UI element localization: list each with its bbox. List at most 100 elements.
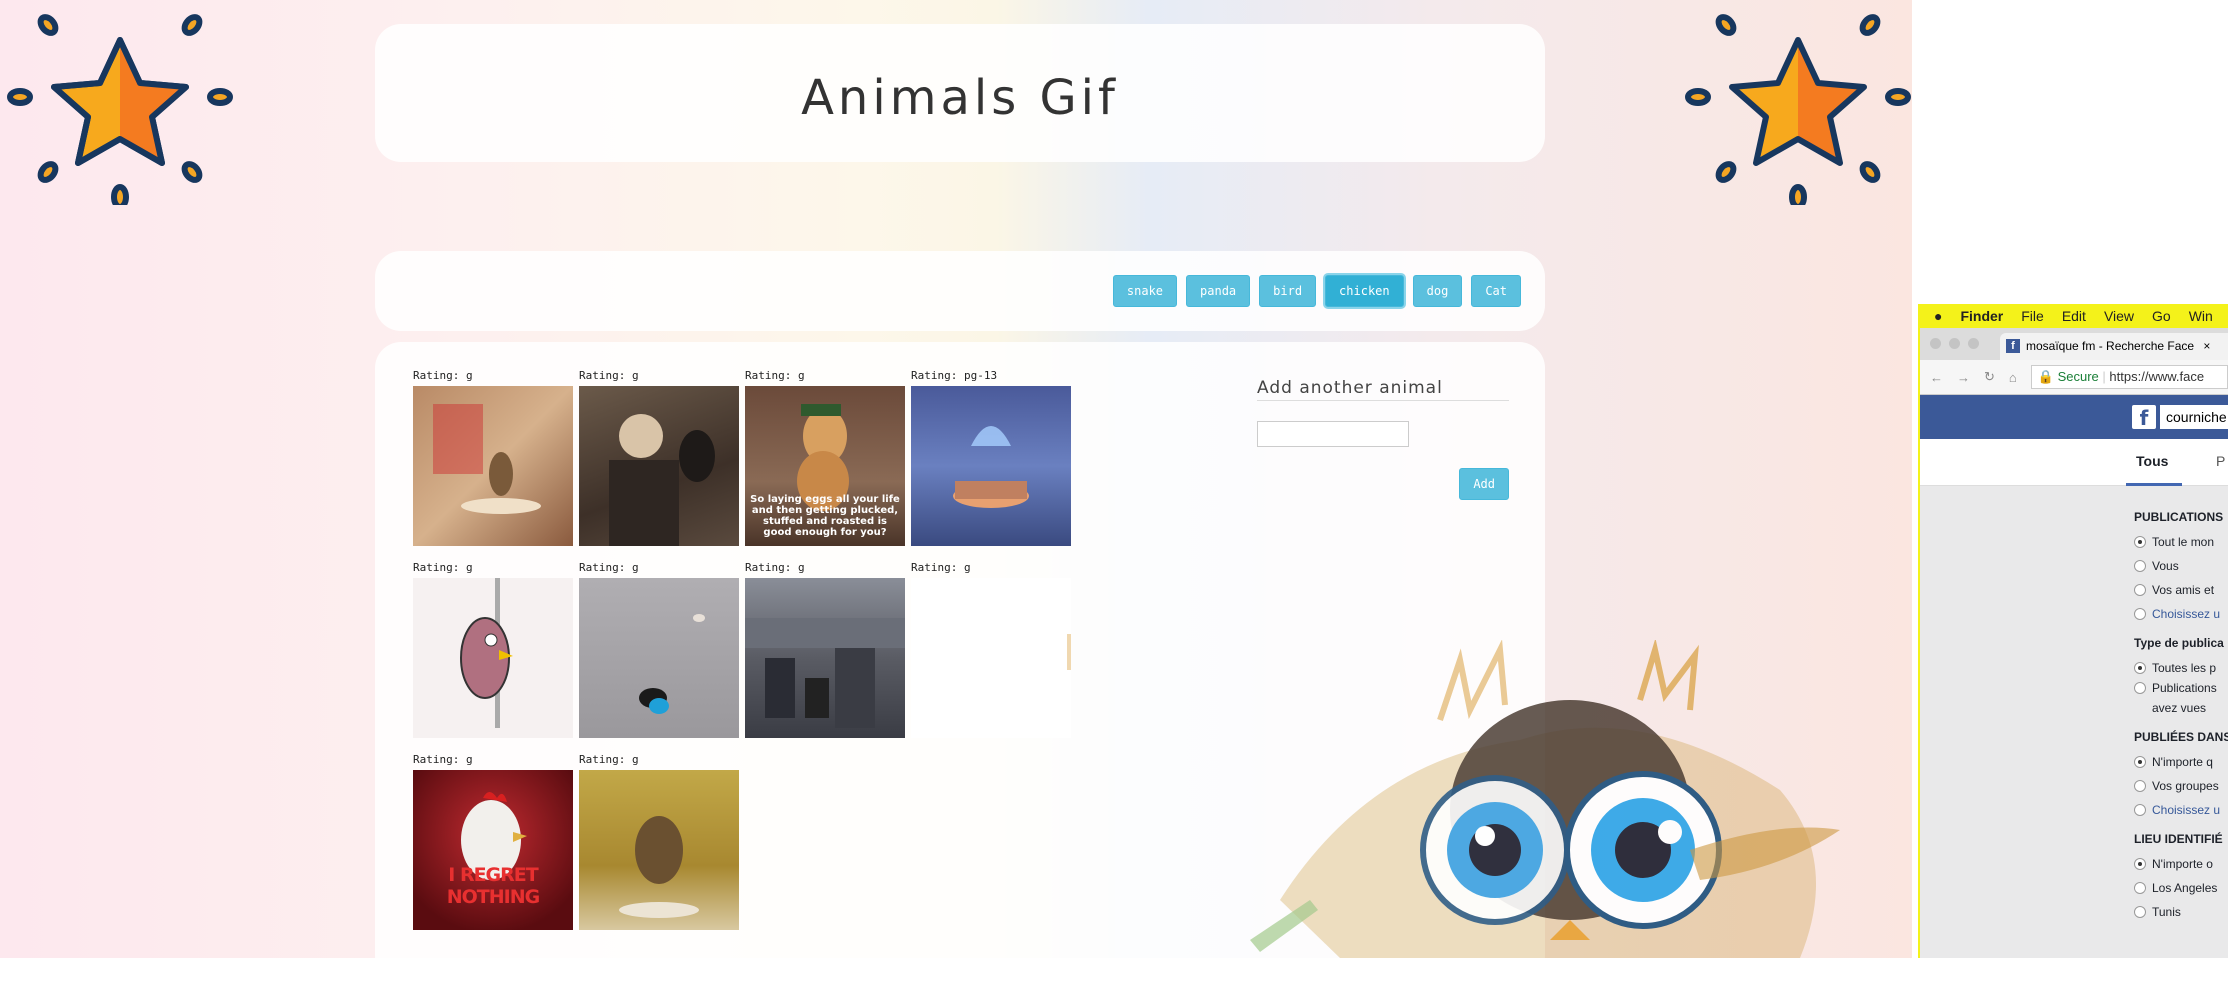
gif-rating: Rating: g [911,561,971,574]
topic-button-bird[interactable]: bird [1259,275,1317,307]
filter-option-label: Vos amis et [2152,583,2215,597]
choose-link[interactable]: Choisissez u [2134,798,2228,822]
dancing-chicken-image [433,404,541,514]
mac-menubar: ● Finder File Edit View Go Win [1920,304,2228,328]
apple-icon[interactable]: ● [1934,308,1942,324]
filter-option[interactable]: Toutes les p [2134,656,2228,680]
gif-card: Rating: g [911,558,1071,738]
browser-tab[interactable]: f mosaïque fm - Recherche Face × [2000,333,2228,360]
filter-option-extra: avez vues [2134,696,2228,720]
window-controls[interactable] [1930,338,1979,349]
close-icon[interactable]: × [2203,339,2210,353]
search-filters: PUBLICATIONS Tout le mon Vous Vos amis e… [1920,486,2228,924]
secure-label: Secure [2057,369,2099,384]
woman-with-chicken-image [609,414,715,546]
gif-image[interactable] [911,386,1071,546]
radio-icon [2134,858,2146,870]
add-button[interactable]: Add [1459,468,1509,500]
topic-button-cat[interactable]: Cat [1471,275,1521,307]
tab-posts[interactable]: P [2216,453,2225,469]
gif-grid: Rating: g Rating: g Rating: g So laying … [413,366,1093,930]
menu-edit[interactable]: Edit [2062,308,2086,324]
facebook-search-tabs: Tous P [1920,439,2228,486]
active-tab-underline [2126,483,2182,486]
filter-option[interactable]: Tunis [2134,900,2228,924]
blank-gif-image [1067,634,1071,670]
facebook-search-input[interactable]: courniche [2160,405,2228,429]
plus-circle-icon [2134,608,2146,620]
menu-file[interactable]: File [2021,308,2044,324]
menu-view[interactable]: View [2104,308,2134,324]
forward-icon[interactable]: → [1957,370,1970,385]
stadium-crowd-image [745,618,905,728]
filter-option-label: Tunis [2152,905,2181,919]
gif-image[interactable]: So laying eggs all your life and then ge… [745,386,905,546]
choose-link[interactable]: Choisissez u [2134,602,2228,626]
gif-image[interactable]: I REGRET NOTHING [413,770,573,930]
filter-option[interactable]: N'importe q [2134,750,2228,774]
gif-rating: Rating: g [579,753,639,766]
filter-option[interactable]: N'importe o [2134,852,2228,876]
topic-button-panda[interactable]: panda [1186,275,1251,307]
filter-option[interactable]: Los Angeles [2134,876,2228,900]
menu-window[interactable]: Win [2189,308,2213,324]
gif-card: Rating: g [579,366,739,546]
home-icon[interactable]: ⌂ [2009,370,2017,385]
radio-icon [2134,536,2146,548]
gif-image[interactable] [579,386,739,546]
page-title: Animals Gif [801,70,1119,126]
plus-circle-icon [2134,804,2146,816]
gif-image[interactable] [413,578,573,738]
gif-image[interactable] [579,578,739,738]
facebook-logo-icon[interactable]: f [2132,405,2156,430]
topic-button-snake[interactable]: snake [1112,275,1178,307]
topic-buttons-panel: snake panda bird chicken dog Cat [375,251,1545,331]
gif-rating: Rating: g [745,561,805,574]
gif-card: Rating: g [413,366,573,546]
tab-title: mosaïque fm - Recherche Face [2026,339,2195,353]
gif-image[interactable] [911,578,1071,738]
topic-button-chicken[interactable]: chicken [1325,275,1404,307]
filter-option-label: Tout le mon [2152,535,2215,549]
back-icon[interactable]: ← [1930,370,1943,385]
gif-rating: Rating: pg-13 [911,369,998,382]
gif-card: Rating: g I REGRET NOTHING [413,750,573,930]
gif-rating: Rating: g [579,369,639,382]
topic-button-dog[interactable]: dog [1412,275,1463,307]
window-edge [1918,304,1920,958]
star-icon-left [7,14,233,205]
filter-option-label: Toutes les p [2152,661,2217,675]
radio-icon [2134,780,2146,792]
gif-image[interactable] [413,386,573,546]
tab-all[interactable]: Tous [2136,453,2168,469]
filter-option[interactable]: Publications [2134,680,2228,696]
gif-overlay-text: I REGRET NOTHING [446,864,540,908]
filter-option[interactable]: Tout le mon [2134,530,2228,554]
facebook-icon: f [2006,339,2020,353]
filter-option[interactable]: Vous [2134,554,2228,578]
filter-option-extra-label: avez vues [2152,701,2207,715]
gif-rating: Rating: g [413,369,473,382]
filter-option[interactable]: Vos amis et [2134,578,2228,602]
filter-option[interactable]: Vos groupes [2134,774,2228,798]
reload-icon[interactable]: ↻ [1984,369,1995,385]
menu-go[interactable]: Go [2152,308,2171,324]
filter-option-label: Vous [2152,559,2179,573]
address-bar[interactable]: 🔒 Secure | https://www.face [2030,365,2228,389]
gif-image[interactable] [579,770,739,930]
filter-heading: LIEU IDENTIFIÉ [2134,832,2223,846]
browser-tabbar: f mosaïque fm - Recherche Face × [1920,328,2228,360]
radio-icon [2134,662,2146,674]
gif-card: Rating: g [579,750,739,930]
gif-card: Rating: g [745,558,905,738]
gif-rating: Rating: g [413,753,473,766]
gif-rating: Rating: g [413,561,473,574]
radio-icon [2134,882,2146,894]
menu-finder[interactable]: Finder [1960,308,2003,324]
facebook-header: f courniche [1920,395,2228,439]
radio-icon [2134,584,2146,596]
gif-image[interactable] [745,578,905,738]
filter-option-label: N'importe q [2152,755,2213,769]
choose-link-label: Choisissez u [2152,607,2221,621]
animal-input[interactable] [1257,421,1409,447]
